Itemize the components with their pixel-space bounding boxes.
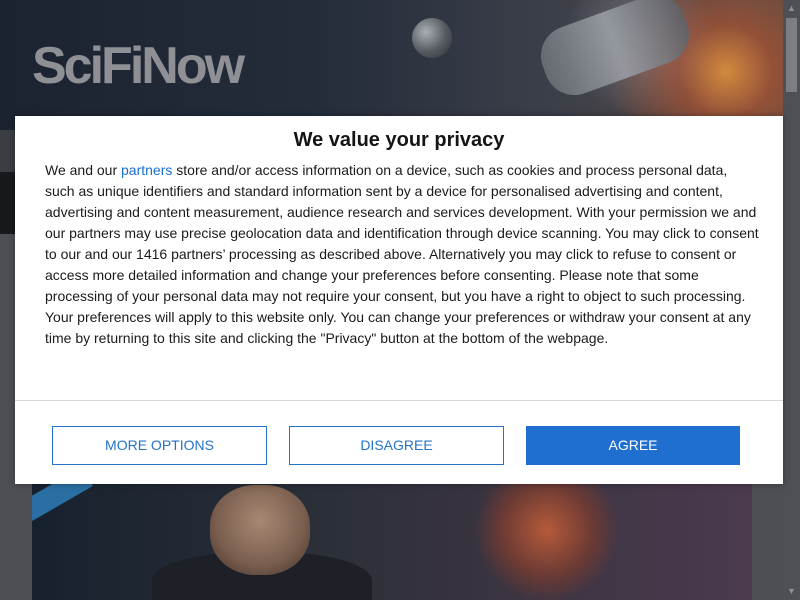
- robot-artwork: [472, 483, 622, 600]
- consent-body-details: store and/or access information on a dev…: [45, 162, 759, 346]
- partners-link[interactable]: partners: [121, 162, 172, 178]
- privacy-consent-dialog: We value your privacy We and our partner…: [15, 116, 783, 484]
- consent-divider: [15, 400, 783, 401]
- scroll-up-arrow-icon[interactable]: ▲: [783, 0, 800, 17]
- scroll-down-arrow-icon[interactable]: ▼: [783, 583, 800, 600]
- more-options-button[interactable]: MORE OPTIONS: [52, 426, 267, 465]
- site-logo[interactable]: SciFiNow: [32, 36, 245, 96]
- person-artwork-head: [210, 485, 310, 575]
- consent-body-text: We and our partners store and/or access …: [45, 160, 760, 349]
- disagree-button[interactable]: DISAGREE: [289, 426, 504, 465]
- site-header-banner: SciFiNow: [0, 0, 783, 130]
- consent-dialog-title: We value your privacy: [293, 129, 505, 151]
- scrollbar-thumb[interactable]: [786, 18, 797, 92]
- agree-button[interactable]: AGREE: [526, 426, 740, 465]
- featured-article-image[interactable]: [32, 483, 752, 600]
- browser-viewport: SciFiNow ▲ ▼ We value your privacy We an…: [0, 0, 800, 600]
- consent-body-intro: We and our: [45, 162, 122, 178]
- exclusive-ribbon: [32, 483, 93, 522]
- satellite-artwork: [412, 18, 452, 58]
